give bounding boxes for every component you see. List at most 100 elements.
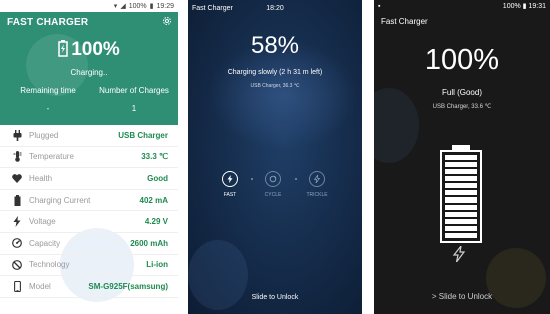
trickle-mode-button[interactable] bbox=[309, 171, 325, 187]
clock: 19:31 bbox=[528, 3, 546, 10]
list-item-value: 4.29 V bbox=[144, 217, 168, 227]
list-item-label: Temperature bbox=[29, 152, 74, 162]
battery-small-icon: ▮ bbox=[522, 3, 527, 10]
phone-icon bbox=[10, 280, 24, 292]
list-item: Capacity 2600 mAh bbox=[0, 233, 178, 255]
list-item-label: Plugged bbox=[29, 130, 59, 140]
list-item: Temperature 33.3 ℃ bbox=[0, 147, 178, 169]
battery-info-screen: ▾ ◢ 100% ▮ 19:29 FAST CHARGER 100% Charg… bbox=[0, 0, 178, 314]
charging-status: Charging slowly (2 h 31 m left) bbox=[227, 69, 323, 76]
battery-segment bbox=[445, 176, 477, 182]
separator-dot bbox=[251, 178, 253, 180]
battery-segment bbox=[445, 183, 477, 189]
screenshot-collage: ▾ ◢ 100% ▮ 19:29 FAST CHARGER 100% Charg… bbox=[0, 0, 550, 314]
charger-info: USB Charger, 36.3 ℃ bbox=[250, 83, 300, 89]
list-item: Voltage 4.29 V bbox=[0, 211, 178, 233]
gear-icon[interactable] bbox=[161, 15, 173, 27]
battery-segment bbox=[445, 155, 477, 161]
battery-segment bbox=[445, 197, 477, 203]
thermometer-icon bbox=[10, 151, 24, 163]
clock: 18:20 bbox=[266, 4, 284, 12]
cycle-mode-label: CYCLE bbox=[264, 192, 282, 198]
battery-segment bbox=[445, 232, 477, 238]
list-item: Charging Current 402 mA bbox=[0, 190, 178, 212]
battery-percent-row: 100% bbox=[0, 39, 178, 61]
wifi-icon: ▾ bbox=[113, 3, 118, 10]
list-item: Technology Li-ion bbox=[0, 255, 178, 277]
plug-icon bbox=[10, 129, 24, 141]
list-item: Model SM-G925F(samsung) bbox=[0, 276, 178, 298]
trickle-icon bbox=[314, 175, 320, 183]
watermark-logo bbox=[374, 88, 419, 163]
battery-charging-icon bbox=[58, 40, 68, 57]
fast-mode-label: FAST bbox=[223, 192, 237, 198]
battery-status: 100% bbox=[128, 2, 147, 10]
status-icons: 100% ▮ 19:31 bbox=[503, 2, 546, 10]
list-item-label: Capacity bbox=[29, 238, 61, 248]
charge-count-value: 1 bbox=[131, 104, 137, 113]
charging-status: Charging.. bbox=[70, 68, 108, 77]
battery-percent: 58% bbox=[250, 32, 300, 59]
clock: 19:29 bbox=[156, 2, 174, 10]
battery-segment bbox=[445, 190, 477, 196]
remaining-time-block: Remaining time - bbox=[8, 86, 88, 113]
separator-dot bbox=[295, 178, 297, 180]
battery-percent: 100% bbox=[424, 44, 500, 76]
app-title: Fast Charger bbox=[381, 17, 428, 26]
battery-segment bbox=[445, 169, 477, 175]
slide-to-unlock[interactable]: Slide to Unlock bbox=[188, 294, 362, 301]
remaining-time-value: - bbox=[46, 104, 50, 113]
slide-to-unlock[interactable]: > Slide to Unlock bbox=[374, 292, 550, 301]
full-charge-screen: ▪ 100% ▮ 19:31 Fast Charger 100% Full (G… bbox=[374, 0, 550, 314]
list-item-value: 402 mA bbox=[139, 195, 168, 205]
charge-count-label: Number of Charges bbox=[99, 86, 169, 95]
signal-icon: ◢ bbox=[120, 3, 126, 10]
list-item-label: Voltage bbox=[29, 217, 56, 227]
bolt-icon bbox=[227, 175, 233, 183]
battery-segment bbox=[445, 225, 477, 231]
list-item-value: SM-G925F(samsung) bbox=[88, 281, 168, 291]
fast-mode-button[interactable] bbox=[222, 171, 238, 187]
battery-icon bbox=[10, 194, 24, 206]
list-item-value: 2600 mAh bbox=[130, 238, 168, 248]
charger-info: USB Charger, 33.6 ℃ bbox=[432, 104, 492, 110]
technology-icon bbox=[10, 259, 24, 271]
trickle-mode-label: TRICKLE bbox=[306, 192, 328, 198]
gauge-icon bbox=[10, 237, 24, 249]
status-bar: ▪ 100% ▮ 19:31 bbox=[374, 0, 550, 12]
lock-screen-charging: Fast Charger 18:20 58% Charging slowly (… bbox=[188, 0, 362, 314]
battery-health: Full (Good) bbox=[441, 88, 482, 97]
battery-percent: 100% bbox=[71, 39, 120, 60]
remaining-time-label: Remaining time bbox=[20, 86, 76, 95]
battery-body bbox=[440, 150, 482, 243]
bolt-icon bbox=[10, 216, 24, 228]
status-bar: Fast Charger 18:20 bbox=[188, 0, 362, 16]
battery-segment bbox=[445, 211, 477, 217]
list-item: Plugged USB Charger bbox=[0, 125, 178, 147]
battery-segment bbox=[445, 162, 477, 168]
battery-summary-card: FAST CHARGER 100% Charging.. Remaining t… bbox=[0, 12, 178, 125]
status-bar: ▾ ◢ 100% ▮ 19:29 bbox=[0, 0, 178, 12]
cycle-mode-button[interactable] bbox=[265, 171, 281, 187]
battery-status: 100% bbox=[502, 3, 521, 10]
list-item-label: Charging Current bbox=[29, 195, 91, 205]
list-item-value: Li-ion bbox=[146, 260, 168, 270]
list-item: Health Good bbox=[0, 168, 178, 190]
list-item-value: USB Charger bbox=[118, 130, 168, 140]
battery-segment bbox=[445, 218, 477, 224]
bolt-icon bbox=[452, 246, 466, 262]
list-item-label: Model bbox=[29, 281, 51, 291]
heart-icon bbox=[10, 172, 24, 184]
list-item-value: Good bbox=[147, 173, 168, 183]
battery-small-icon: ▮ bbox=[149, 3, 154, 10]
camera-icon: ▪ bbox=[378, 2, 381, 10]
battery-level-icon bbox=[440, 145, 482, 243]
app-title: FAST CHARGER bbox=[7, 17, 89, 28]
cycle-icon bbox=[269, 175, 277, 183]
list-item-label: Technology bbox=[29, 260, 70, 270]
battery-segment bbox=[445, 204, 477, 210]
list-item-label: Health bbox=[29, 173, 53, 183]
battery-details-list: Plugged USB Charger Temperature 33.3 ℃ H… bbox=[0, 125, 178, 298]
app-name: Fast Charger bbox=[192, 4, 233, 12]
list-item-value: 33.3 ℃ bbox=[141, 152, 168, 162]
